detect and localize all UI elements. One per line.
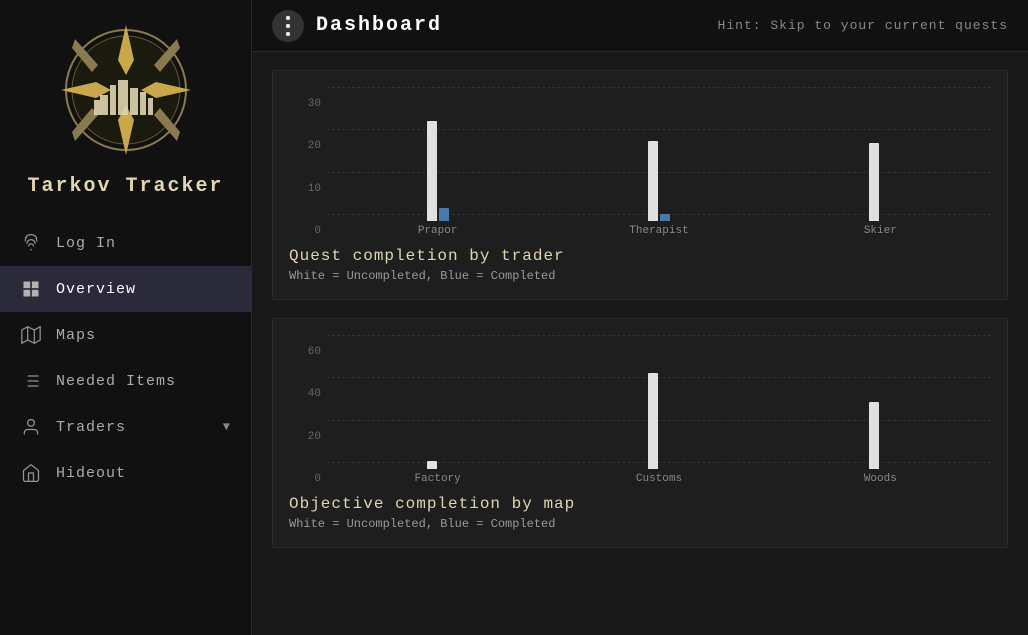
trader-chart-title: Quest completion by trader xyxy=(289,247,991,265)
trader-bar-groups: Prapor Therapist xyxy=(327,87,991,237)
map-icon xyxy=(20,324,42,346)
therapist-blue-bar xyxy=(660,214,670,221)
therapist-label: Therapist xyxy=(629,225,688,237)
prapor-label: Prapor xyxy=(418,225,458,237)
factory-white-bar xyxy=(427,461,437,469)
skier-label: Skier xyxy=(864,225,897,237)
list-icon xyxy=(20,370,42,392)
traders-arrow: ▼ xyxy=(223,420,231,434)
y-label-10: 10 xyxy=(308,184,321,195)
map-bars-area: Factory Customs xyxy=(327,335,991,485)
bar-group-skier: Skier xyxy=(770,87,991,237)
y-label-30: 30 xyxy=(308,99,321,110)
skier-bars xyxy=(869,87,891,221)
login-label: Log In xyxy=(56,235,231,252)
bar-group-customs: Customs xyxy=(548,335,769,485)
customs-white-bar xyxy=(648,373,658,469)
person-icon xyxy=(20,416,42,438)
fingerprint-icon xyxy=(20,232,42,254)
map-chart-area: 60 40 20 0 xyxy=(289,335,991,485)
hideout-label: Hideout xyxy=(56,465,231,482)
prapor-bars xyxy=(427,87,449,221)
menu-dot-1 xyxy=(286,16,290,20)
svg-text:N: N xyxy=(122,41,130,53)
sidebar-item-maps[interactable]: Maps xyxy=(0,312,251,358)
trader-chart-legend: White = Uncompleted, Blue = Completed xyxy=(289,269,991,283)
map-y-axis: 60 40 20 0 xyxy=(289,347,327,485)
sidebar-item-hideout[interactable]: Hideout xyxy=(0,450,251,496)
skier-white-bar xyxy=(869,143,879,221)
woods-bars xyxy=(869,335,891,469)
factory-bars xyxy=(427,335,449,469)
sidebar-item-needed-items[interactable]: Needed Items xyxy=(0,358,251,404)
y-label-40: 40 xyxy=(308,389,321,400)
bar-group-woods: Woods xyxy=(770,335,991,485)
main-content: Dashboard Hint: Skip to your current que… xyxy=(252,0,1028,635)
prapor-white-bar xyxy=(427,121,437,222)
woods-label: Woods xyxy=(864,473,897,485)
grid-icon xyxy=(20,278,42,300)
content-area: 30 20 10 0 xyxy=(252,52,1028,566)
y-label-20: 20 xyxy=(308,432,321,443)
sidebar: N S Tarkov Tracker xyxy=(0,0,252,635)
maps-label: Maps xyxy=(56,327,231,344)
map-chart-legend: White = Uncompleted, Blue = Completed xyxy=(289,517,991,531)
sidebar-item-overview[interactable]: Overview xyxy=(0,266,251,312)
needed-items-label: Needed Items xyxy=(56,373,231,390)
trader-chart-section: 30 20 10 0 xyxy=(272,70,1008,300)
sidebar-item-traders[interactable]: Traders ▼ xyxy=(0,404,251,450)
hint-text: Hint: Skip to your current quests xyxy=(718,18,1008,33)
prapor-blue-bar xyxy=(439,208,449,221)
y-label-20: 20 xyxy=(308,141,321,152)
map-bar-groups: Factory Customs xyxy=(327,335,991,485)
customs-bars xyxy=(648,335,670,469)
traders-label: Traders xyxy=(56,419,209,436)
topbar: Dashboard Hint: Skip to your current que… xyxy=(252,0,1028,52)
overview-label: Overview xyxy=(56,281,231,298)
menu-dot-3 xyxy=(286,32,290,36)
map-chart-title: Objective completion by map xyxy=(289,495,991,513)
page-title: Dashboard xyxy=(316,14,706,37)
bar-group-therapist: Therapist xyxy=(548,87,769,237)
trader-y-axis: 30 20 10 0 xyxy=(289,99,327,237)
y-label-0: 0 xyxy=(314,226,321,237)
nav-menu: Log In Overview xyxy=(0,220,251,496)
trader-chart-area: 30 20 10 0 xyxy=(289,87,991,237)
factory-label: Factory xyxy=(415,473,461,485)
map-chart-section: 60 40 20 0 xyxy=(272,318,1008,548)
svg-text:S: S xyxy=(122,136,128,148)
y-label-60: 60 xyxy=(308,347,321,358)
woods-white-bar xyxy=(869,402,879,469)
app-title: Tarkov Tracker xyxy=(27,175,223,198)
y-label-0m: 0 xyxy=(314,474,321,485)
logo: N S xyxy=(56,20,196,160)
therapist-white-bar xyxy=(648,141,658,221)
menu-button[interactable] xyxy=(272,10,304,42)
bar-group-factory: Factory xyxy=(327,335,548,485)
menu-dot-2 xyxy=(286,24,290,28)
therapist-bars xyxy=(648,87,670,221)
sidebar-item-login[interactable]: Log In xyxy=(0,220,251,266)
trader-bars-area: Prapor Therapist xyxy=(327,87,991,237)
home-icon xyxy=(20,462,42,484)
customs-label: Customs xyxy=(636,473,682,485)
bar-group-prapor: Prapor xyxy=(327,87,548,237)
